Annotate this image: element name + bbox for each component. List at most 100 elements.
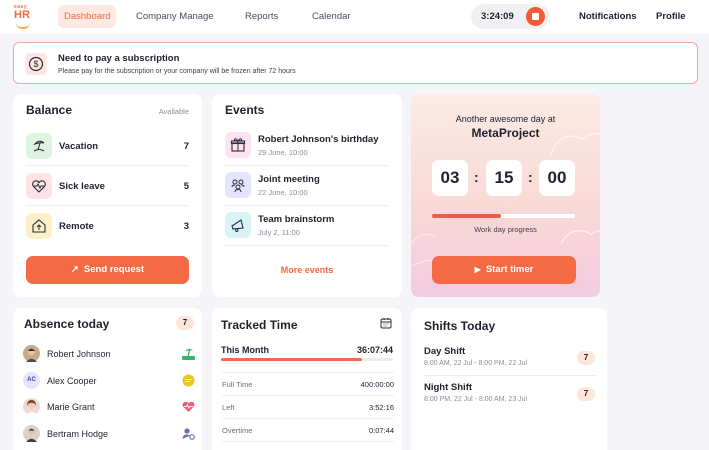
alert-title: Need to pay a subscription: [58, 53, 180, 64]
balance-title: Balance: [26, 103, 73, 117]
tracked-row: Overtime 0:07:44: [222, 418, 394, 440]
absence-card: Absence today 7 Robert Johnson AC Alex C…: [13, 308, 202, 450]
timer-project-name: MetaProject: [471, 126, 540, 140]
user-settings-icon: [182, 427, 195, 440]
nav-reports[interactable]: Reports: [239, 5, 284, 28]
shift-name: Night Shift: [424, 382, 473, 393]
balance-value: 5: [183, 181, 189, 192]
chat-icon: [182, 374, 195, 387]
logo-smile-icon: [16, 23, 30, 29]
top-navigation: easy HR Dashboard Company Manage Reports…: [0, 0, 709, 34]
stop-timer-button[interactable]: [526, 7, 545, 26]
event-name: Joint meeting: [258, 174, 320, 185]
heart-pulse-icon: [26, 173, 52, 199]
tracked-row: Left 3:52:16: [222, 395, 394, 417]
events-title: Events: [225, 103, 265, 117]
absence-person-row[interactable]: Marie Grant: [23, 394, 195, 420]
event-name: Team brainstorm: [258, 214, 335, 225]
absence-person-row[interactable]: AC Alex Cooper: [23, 368, 195, 394]
nav-company-manage[interactable]: Company Manage: [130, 5, 220, 28]
tracked-row-label: Full Time: [222, 380, 253, 389]
timer-greeting: Another awesome day at: [455, 114, 556, 124]
timer-seconds: 00: [539, 160, 575, 196]
person-name: Bertram Hodge: [47, 429, 109, 439]
timer-card: Another awesome day at MetaProject 03 : …: [411, 94, 600, 297]
svg-text:$: $: [33, 59, 38, 69]
nav-calendar[interactable]: Calendar: [306, 5, 357, 28]
balance-row-remote: Remote 3: [26, 206, 189, 246]
month-progress-bar: [221, 358, 393, 361]
easyhr-logo[interactable]: easy HR: [14, 4, 38, 30]
start-timer-button[interactable]: ▶ Start timer: [432, 256, 576, 284]
timer-colon: :: [474, 169, 479, 185]
month-progress-fill: [221, 358, 363, 361]
calendar-icon[interactable]: [380, 317, 392, 329]
balance-value: 3: [183, 221, 189, 232]
events-card: Events Robert Johnson's birthday 29 June…: [212, 94, 402, 297]
event-row[interactable]: Team brainstorm July 2, 11:00: [225, 206, 389, 246]
play-icon: ▶: [474, 265, 481, 274]
home-icon: [26, 213, 52, 239]
timer-hours: 03: [432, 160, 468, 196]
balance-label: Vacation: [59, 141, 99, 152]
event-date: 29 June, 10:00: [258, 148, 308, 157]
person-name: Robert Johnson: [47, 349, 111, 359]
person-name: Alex Cooper: [47, 376, 97, 386]
event-row[interactable]: Robert Johnson's birthday 29 June, 10:00: [225, 126, 389, 166]
tracked-row-label: Overtime: [222, 426, 253, 435]
balance-available-label: Available: [158, 107, 189, 116]
header-timer-value: 3:24:09: [481, 11, 514, 22]
event-date: July 2, 11:00: [258, 228, 300, 237]
absence-person-row[interactable]: Robert Johnson: [23, 341, 195, 367]
beach-icon: [26, 133, 52, 159]
nav-dashboard[interactable]: Dashboard: [58, 5, 117, 28]
profile-link[interactable]: Profile: [656, 11, 686, 22]
send-request-label: Send request: [83, 264, 145, 275]
timer-minutes: 15: [486, 160, 522, 196]
avatar: AC: [23, 372, 40, 389]
tracked-row: Full Time 400:00:00: [222, 372, 394, 394]
absence-count-badge: 7: [176, 316, 194, 330]
avatar: [23, 345, 40, 362]
balance-card: Balance Available Vacation 7 Sick leave …: [13, 94, 202, 297]
header-timer: 3:24:09: [471, 4, 550, 29]
notifications-link[interactable]: Notifications: [579, 11, 637, 22]
person-name: Marie Grant: [47, 402, 95, 412]
event-date: 22 June, 10:00: [258, 188, 308, 197]
more-events-link[interactable]: More events: [212, 265, 402, 275]
tracked-row-value: 400:00:00: [360, 380, 394, 389]
tracked-row-value: 3:52:16: [368, 403, 394, 412]
shift-count-badge: 7: [577, 351, 595, 365]
dollar-icon: $: [25, 53, 47, 75]
arrow-up-right-icon: ↗: [70, 264, 79, 275]
balance-row-sick-leave: Sick leave 5: [26, 166, 189, 206]
people-icon: [225, 172, 251, 198]
absence-person-row[interactable]: Bertram Hodge: [23, 421, 195, 447]
shift-row[interactable]: Night Shift 8:00 PM, 22 Jul - 8:00 AM, 2…: [424, 376, 596, 412]
send-request-button[interactable]: ↗ Send request: [26, 256, 189, 284]
avatar: [23, 425, 40, 442]
shifts-card: Shifts Today Day Shift 8:00 AM, 22 Jul -…: [411, 308, 607, 450]
start-timer-label: Start timer: [485, 264, 534, 275]
balance-row-vacation: Vacation 7: [26, 126, 189, 166]
event-row[interactable]: Joint meeting 22 June, 10:00: [225, 166, 389, 206]
tracked-row-label: Left: [222, 403, 235, 412]
tracked-row: [222, 441, 394, 450]
megaphone-icon: [225, 212, 251, 238]
shifts-title: Shifts Today: [424, 319, 496, 333]
absence-title: Absence today: [24, 317, 110, 331]
tracked-time-title: Tracked Time: [221, 318, 298, 332]
this-month-value: 36:07:44: [356, 345, 393, 355]
shift-row[interactable]: Day Shift 8:00 AM, 22 Jul - 8:00 PM, 22 …: [424, 340, 596, 376]
timer-colon: :: [528, 169, 533, 185]
tracked-time-card: Tracked Time This Month 36:07:44 Full Ti…: [212, 308, 402, 450]
balance-label: Sick leave: [59, 181, 105, 192]
event-name: Robert Johnson's birthday: [258, 134, 379, 145]
work-day-progress-label: Work day progress: [474, 225, 537, 234]
shift-count-badge: 7: [577, 387, 595, 401]
balance-value: 7: [183, 141, 189, 152]
shift-time: 8:00 AM, 22 Jul - 8:00 PM, 22 Jul: [424, 360, 528, 367]
gift-icon: [225, 132, 251, 158]
logo-main-text: HR: [14, 9, 30, 21]
tracked-row-value: 0:07:44: [368, 426, 394, 435]
